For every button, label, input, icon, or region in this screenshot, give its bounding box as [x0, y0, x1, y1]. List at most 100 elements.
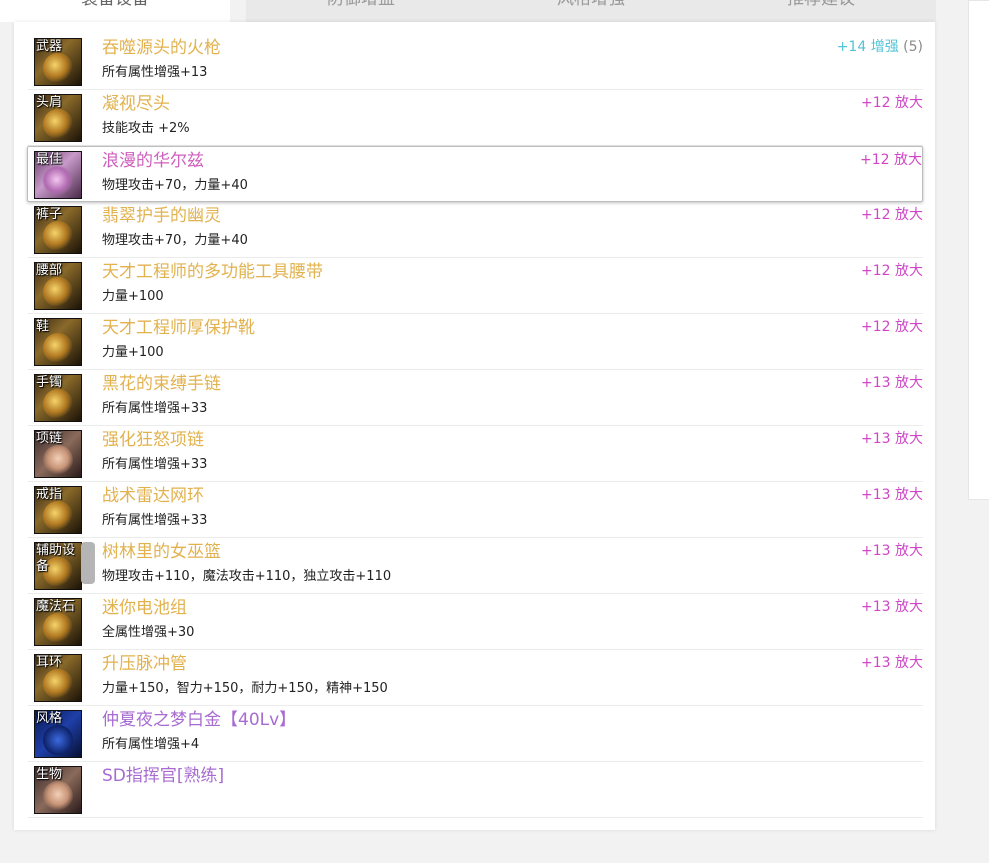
item-name[interactable]: 战术雷达网环: [102, 484, 204, 508]
item-art: [43, 445, 73, 475]
slot-label: 耳环: [36, 655, 63, 670]
item-name[interactable]: SD指挥官[熟练]: [102, 764, 224, 788]
belt-icon[interactable]: 腰部: [34, 262, 82, 310]
item-name[interactable]: 强化狂怒项链: [102, 428, 204, 452]
bracelet-icon[interactable]: 手镯: [34, 374, 82, 422]
slot-label: 辅助设备: [36, 543, 76, 574]
enhancement-badge: +13 放大: [861, 485, 923, 505]
weapon-icon[interactable]: 武器: [34, 38, 82, 86]
item-art: [43, 613, 73, 643]
equipment-row[interactable]: 项链 强化狂怒项链所有属性增强+33 +13 放大: [28, 426, 923, 482]
slot-label: 鞋: [36, 319, 50, 334]
tab-defense[interactable]: 防御增益: [246, 0, 476, 22]
item-name[interactable]: 升压脉冲管: [102, 652, 187, 676]
item-stat: 所有属性增强+4: [102, 737, 200, 752]
side-panel: [968, 0, 989, 500]
equipment-row[interactable]: 辅助设备 树林里的女巫篮 物理攻击+110，魔法攻击+110，独立攻击+110 +13…: [28, 538, 923, 594]
tab-recommend[interactable]: 推荐建议: [706, 0, 936, 22]
ring-icon[interactable]: 戒指: [34, 486, 82, 534]
enhancement-level: +12 放大: [861, 95, 923, 111]
enhancement-badge: +12 放大: [861, 205, 923, 225]
enhancement-badge: +13 放大: [861, 541, 923, 561]
top-icon[interactable]: 最佳: [34, 151, 82, 199]
item-stat: 物理攻击+70，力量+40: [102, 233, 248, 248]
enhancement-badge: +12 放大: [860, 150, 922, 170]
enhancement-badge: +13 放大: [861, 429, 923, 449]
item-stat: 力量+100: [102, 289, 164, 304]
item-art: [43, 166, 73, 196]
item-name[interactable]: 迷你电池组: [102, 596, 187, 620]
enhancement-badge: +13 放大: [861, 597, 923, 617]
slot-label: 腰部: [36, 263, 63, 278]
enhancement-level: +13 放大: [861, 487, 923, 503]
slot-label: 裤子: [36, 207, 63, 222]
enhancement-level: +12 放大: [860, 152, 922, 168]
equipment-row[interactable]: 裤子 翡翠护手的幽灵物理攻击+70，力量+40 +12 放大: [28, 202, 923, 258]
shoes-icon[interactable]: 鞋: [34, 318, 82, 366]
sub-equipment-icon[interactable]: 辅助设备: [34, 542, 82, 590]
item-name[interactable]: 天才工程师厚保护靴: [102, 316, 255, 340]
item-stat: 全属性增强+30: [102, 625, 195, 640]
equipment-row[interactable]: 魔法石 迷你电池组全属性增强+30 +13 放大: [28, 594, 923, 650]
slot-label: 武器: [36, 39, 63, 54]
equipment-row[interactable]: 腰部 天才工程师的多功能工具腰带力量+100 +12 放大: [28, 258, 923, 314]
item-name[interactable]: 黑花的束缚手链: [102, 372, 221, 396]
equipment-row[interactable]: 风格 仲夏夜之梦白金【40Lv】所有属性增强+4: [28, 706, 923, 762]
equipment-row[interactable]: 生物 SD指挥官[熟练]: [28, 762, 923, 818]
item-art: [43, 669, 73, 699]
enhancement-level: +13 放大: [861, 655, 923, 671]
item-stat: 所有属性增强+13: [102, 65, 208, 80]
enhancement-badge: +13 放大: [861, 373, 923, 393]
item-name[interactable]: 树林里的女巫篮: [102, 540, 221, 564]
item-stat: 技能攻击 +2%: [102, 121, 190, 136]
equipment-row[interactable]: 耳环 升压脉冲管力量+150，智力+150，耐力+150，精神+150 +13 放大: [28, 650, 923, 706]
item-art: [43, 277, 73, 307]
item-stat: 所有属性增强+33: [102, 457, 208, 472]
necklace-icon[interactable]: 项链: [34, 430, 82, 478]
equipment-row[interactable]: 鞋 天才工程师厚保护靴 力量+100 +12 放大: [28, 314, 923, 370]
slot-label: 风格: [36, 711, 63, 726]
item-art: [43, 109, 73, 139]
equipment-panel: 武器 吞噬源头的火枪所有属性增强+13 +14 增强 (5) 头肩 凝视尽头技能攻击 +…: [14, 22, 935, 830]
equipment-row[interactable]: 最佳 浪漫的华尔兹物理攻击+70，力量+40 +12 放大: [27, 146, 923, 202]
enhancement-badge: +13 放大: [861, 653, 923, 673]
enhancement-level: +12 放大: [861, 263, 923, 279]
equipment-row[interactable]: 头肩 凝视尽头技能攻击 +2% +12 放大: [28, 90, 923, 146]
item-name[interactable]: 浪漫的华尔兹: [102, 149, 204, 173]
item-art: [43, 501, 73, 531]
enhancement-level: +12 放大: [861, 207, 923, 223]
magic-stone-icon[interactable]: 魔法石: [34, 598, 82, 646]
equipment-row[interactable]: 武器 吞噬源头的火枪所有属性增强+13 +14 增强 (5): [28, 34, 923, 90]
earring-icon[interactable]: 耳环: [34, 654, 82, 702]
slot-label: 最佳: [36, 152, 63, 167]
enhancement-count: (5): [903, 39, 923, 55]
item-art: [43, 725, 73, 755]
item-stat: 所有属性增强+33: [102, 401, 208, 416]
tab-style[interactable]: 风格增强: [476, 0, 706, 22]
item-name[interactable]: 天才工程师的多功能工具腰带: [102, 260, 323, 284]
enhancement-badge: +14 增强 (5): [837, 37, 923, 57]
item-art: [43, 53, 73, 83]
enhancement-level: +12 放大: [861, 319, 923, 335]
item-name[interactable]: 翡翠护手的幽灵: [102, 204, 221, 228]
scroll-handle[interactable]: [81, 542, 95, 584]
item-name[interactable]: 凝视尽头: [102, 92, 170, 116]
creature-icon[interactable]: 生物: [34, 766, 82, 814]
shoulder-icon[interactable]: 头肩: [34, 94, 82, 142]
item-art: [43, 221, 73, 251]
item-stat: 物理攻击+70，力量+40: [102, 178, 248, 193]
pants-icon[interactable]: 裤子: [34, 206, 82, 254]
item-art: [43, 333, 73, 363]
equipment-row[interactable]: 手镯 黑花的束缚手链所有属性增强+33 +13 放大: [28, 370, 923, 426]
style-icon[interactable]: 风格: [34, 710, 82, 758]
equipment-row[interactable]: 戒指 战术雷达网环所有属性增强+33 +13 放大: [28, 482, 923, 538]
item-name[interactable]: 吞噬源头的火枪: [102, 36, 221, 60]
item-name[interactable]: 仲夏夜之梦白金【40Lv】: [102, 708, 296, 732]
enhancement-level: +13 放大: [861, 599, 923, 615]
slot-label: 项链: [36, 431, 63, 446]
item-stat: 力量+150，智力+150，耐力+150，精神+150: [102, 681, 388, 696]
item-art: [43, 781, 73, 811]
tab-equipment[interactable]: 装备设备: [0, 0, 230, 22]
slot-label: 头肩: [36, 95, 63, 110]
item-stat: 所有属性增强+33: [102, 513, 208, 528]
